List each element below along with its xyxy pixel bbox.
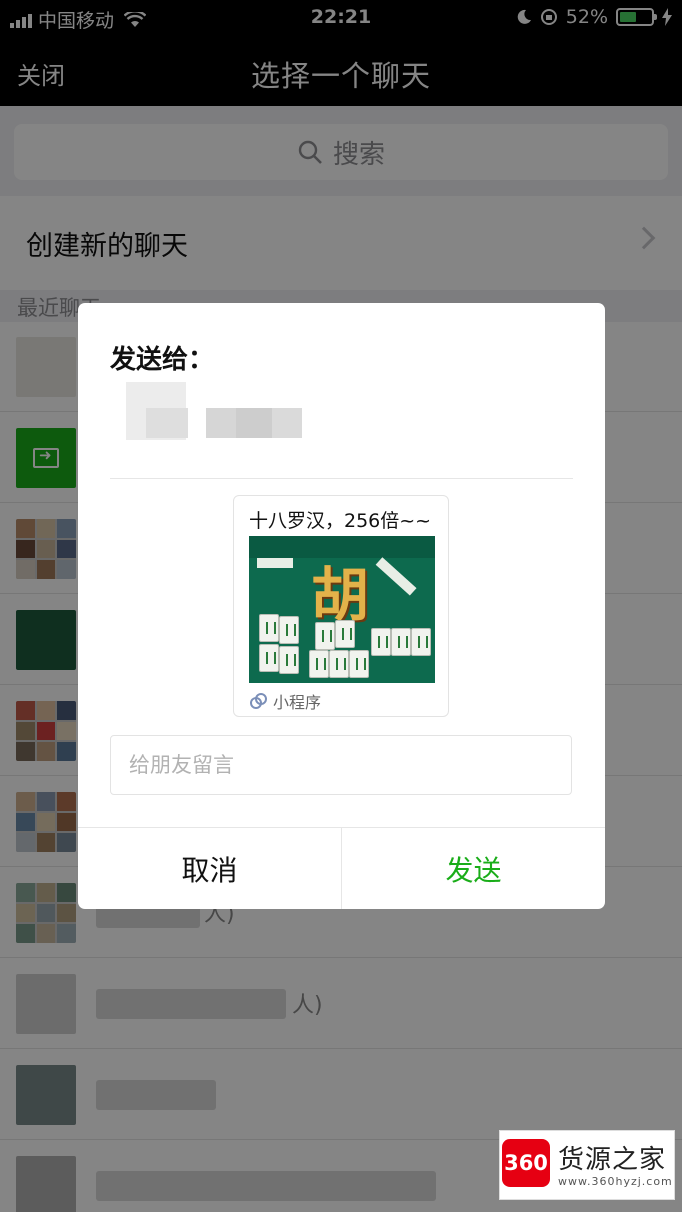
- cancel-button[interactable]: 取消: [78, 828, 342, 909]
- send-button[interactable]: 发送: [342, 828, 605, 909]
- mini-program-icon: [249, 693, 267, 709]
- watermark-logo: 360: [502, 1139, 550, 1187]
- watermark: 360 货源之家 www.360hyzj.com: [499, 1130, 675, 1200]
- send-to-label: 发送给：: [110, 345, 215, 375]
- watermark-url: www.360hyzj.com: [558, 1175, 673, 1188]
- mini-program-label: 小程序: [273, 693, 322, 712]
- divider: [110, 478, 573, 479]
- share-dialog: 发送给： 十八罗汉，256倍~~ 胡 小程序 给朋友留言 取消 发送: [78, 303, 605, 909]
- card-thumbnail: 胡: [249, 536, 435, 683]
- card-title: 十八罗汉，256倍~~: [249, 510, 432, 532]
- mini-program-tag: 小程序: [249, 689, 321, 713]
- recipient-avatar-blurred: [96, 378, 302, 458]
- watermark-name: 货源之家: [558, 1145, 667, 1175]
- message-input[interactable]: [110, 735, 572, 795]
- dialog-button-row: 取消 发送: [78, 827, 605, 909]
- mini-program-card[interactable]: 十八罗汉，256倍~~ 胡 小程序: [233, 495, 449, 717]
